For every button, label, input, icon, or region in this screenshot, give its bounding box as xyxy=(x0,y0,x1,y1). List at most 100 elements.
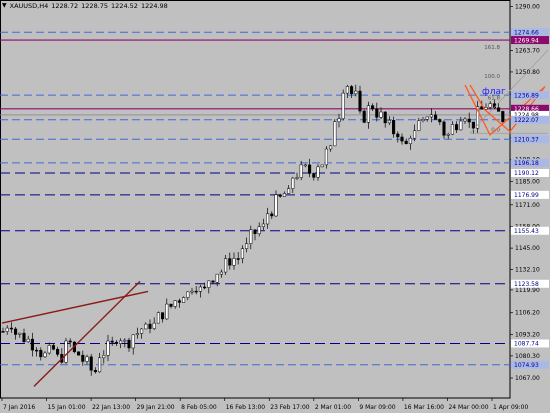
x-tick-label: 7 Jan 2016 xyxy=(3,404,35,411)
candle-body xyxy=(329,145,333,150)
candle-body xyxy=(161,312,165,320)
x-tick-label: 15 Jan 01:00 xyxy=(48,404,86,411)
x-tick-label: 22 Jan 13:00 xyxy=(92,404,130,411)
candle-body xyxy=(379,111,383,118)
level-label: 1087.74 xyxy=(514,341,539,348)
candle-body xyxy=(392,120,396,135)
candle-body xyxy=(463,118,467,122)
candle-body xyxy=(333,121,337,147)
candle-body xyxy=(274,194,278,217)
candle-body xyxy=(366,105,370,123)
candle-body xyxy=(438,119,442,123)
candle-body xyxy=(77,351,81,356)
candle-body xyxy=(211,280,215,283)
candle-body xyxy=(308,164,312,174)
y-tick-label: 1106.20 xyxy=(515,310,540,317)
candle-body xyxy=(224,258,228,273)
candle-body xyxy=(291,177,295,189)
candle-body xyxy=(5,327,9,332)
candle-body xyxy=(156,312,160,324)
candle-body xyxy=(253,229,257,234)
level-label: 1123.58 xyxy=(514,281,539,288)
candle-body xyxy=(232,258,236,266)
y-tick-label: 1185.00 xyxy=(515,179,540,186)
candle-body xyxy=(22,332,26,343)
candle-body xyxy=(413,130,417,139)
candle-body xyxy=(375,108,379,118)
candle-body xyxy=(287,188,291,194)
candle-body xyxy=(56,348,60,355)
candle-body xyxy=(429,114,433,118)
candle-body xyxy=(408,137,412,145)
plot-frame xyxy=(0,0,511,399)
candle-body xyxy=(488,103,492,108)
candle-body xyxy=(169,303,173,307)
x-tick-label: 9 Mar 09:00 xyxy=(359,404,395,411)
y-tick-label: 1263.70 xyxy=(515,47,540,54)
x-tick-label: 1 Apr 09:00 xyxy=(493,404,528,411)
candle-body xyxy=(421,119,425,122)
candle-body xyxy=(173,300,177,307)
candle-body xyxy=(337,118,341,122)
candle-body xyxy=(257,226,261,234)
candle-body xyxy=(240,248,244,259)
candle-body xyxy=(64,340,68,363)
fib-label: 161.8 xyxy=(484,45,500,51)
x-tick-label: 16 Mar 16:00 xyxy=(404,404,444,411)
candle-body xyxy=(127,339,131,349)
candle-body xyxy=(299,164,303,178)
candle-body xyxy=(383,111,387,124)
candle-body xyxy=(68,340,72,343)
candle-body xyxy=(177,300,181,303)
candle-body xyxy=(194,290,198,293)
level-label: 1269.94 xyxy=(514,37,539,44)
candle-body xyxy=(303,164,307,167)
level-label: 1274.66 xyxy=(514,29,539,36)
candle-body xyxy=(497,107,501,112)
level-label: 1176.99 xyxy=(514,192,539,199)
x-tick-label: 24 Mar 00:00 xyxy=(448,404,488,411)
candle-body xyxy=(131,334,135,349)
candle-body xyxy=(417,120,421,131)
flag-annotation: флаг xyxy=(482,87,506,97)
candle-body xyxy=(119,340,123,344)
level-label: 1210.37 xyxy=(514,136,539,143)
candle-body xyxy=(81,354,85,362)
candle-body xyxy=(203,286,207,289)
candle-body xyxy=(228,258,232,266)
candle-body xyxy=(219,271,223,275)
level-label: 1074.93 xyxy=(514,362,539,369)
candle-body xyxy=(282,193,286,197)
price-chart-svg[interactable]: 161.8100.061.80.0флаг1290.001263.701250.… xyxy=(0,0,550,413)
candle-body xyxy=(144,323,148,330)
candle-body xyxy=(106,340,110,356)
candle-body xyxy=(354,90,358,95)
candle-body xyxy=(387,120,391,124)
candle-body xyxy=(316,166,320,178)
candle-body xyxy=(450,124,454,135)
candle-body xyxy=(110,340,114,343)
y-tick-label: 1132.10 xyxy=(515,267,540,274)
candle-body xyxy=(135,333,139,336)
candle-body xyxy=(455,124,459,131)
candle-body xyxy=(324,148,328,166)
candle-body xyxy=(182,297,186,303)
candle-body xyxy=(501,111,505,122)
candle-body xyxy=(278,194,282,197)
candle-body xyxy=(236,258,240,260)
candle-body xyxy=(140,328,144,334)
candle-body xyxy=(312,173,316,178)
candle-body xyxy=(446,133,450,136)
level-label: 1236.89 xyxy=(514,92,539,99)
candle-body xyxy=(148,323,152,329)
candle-body xyxy=(215,273,219,283)
candle-body xyxy=(47,345,51,354)
candle-body xyxy=(270,213,274,217)
candle-body xyxy=(165,303,169,320)
candle-body xyxy=(51,345,55,350)
candle-body xyxy=(39,349,43,358)
candle-body xyxy=(43,352,47,358)
x-tick-label: 16 Feb 13:00 xyxy=(226,404,266,411)
candle-body xyxy=(266,213,270,225)
fib-label: 100.0 xyxy=(484,74,500,80)
